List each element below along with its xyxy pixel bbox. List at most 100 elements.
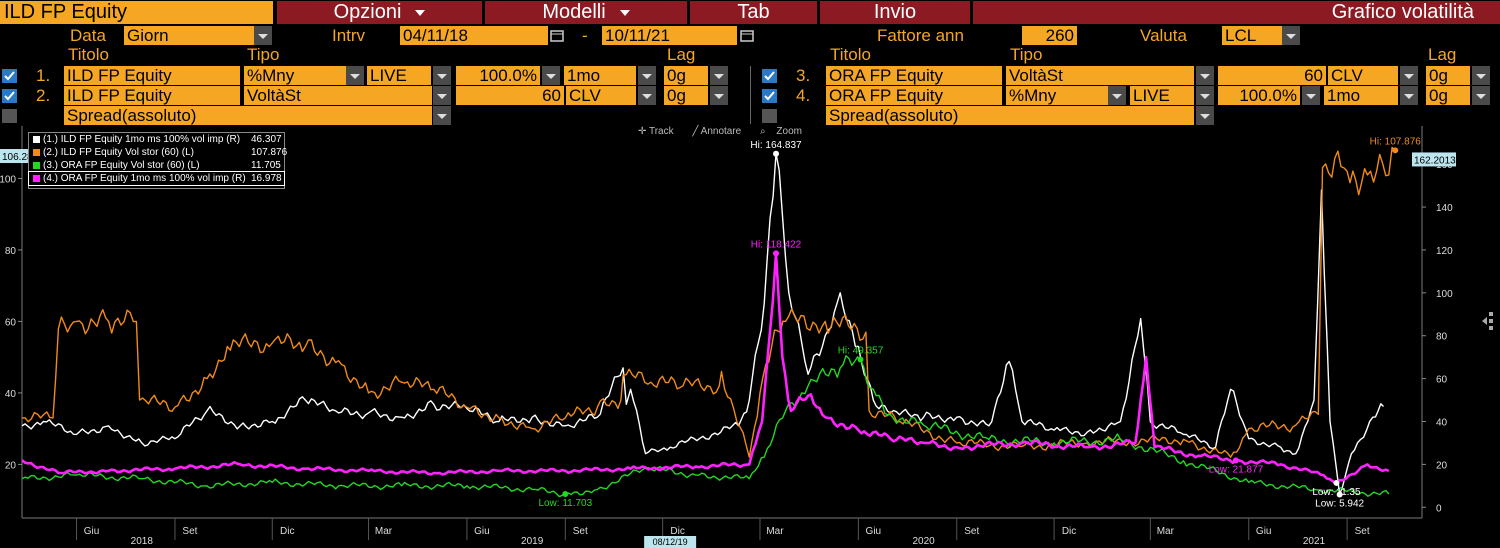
spread-right-checkbox[interactable] (762, 109, 777, 123)
calendar-icon[interactable] (738, 26, 756, 45)
annotation-marker (1336, 491, 1343, 498)
series-line-3 (21, 355, 1390, 498)
chart-toolbar: ✛ Track ╱ Annotare ⌕ Zoom (638, 126, 818, 137)
menu-options[interactable]: Opzioni (277, 1, 482, 24)
data-frequency-field[interactable]: Giorn (124, 26, 272, 45)
check-icon (764, 71, 775, 81)
series-1-type-dropdown-icon[interactable] (346, 66, 364, 85)
header-lag-left: Lag (667, 45, 696, 64)
currency-dropdown-icon[interactable] (1282, 26, 1300, 45)
annotate-button[interactable]: ╱ Annotare (692, 126, 749, 137)
x-axis-month-label: Giu (1256, 526, 1272, 537)
legend-label: (4.) ORA FP Equity 1mo ms 100% vol imp (… (43, 173, 246, 184)
series-3-number: 3. (796, 66, 811, 85)
series-1-moneyness-dropdown-icon[interactable] (542, 66, 560, 85)
x-axis-month-label: Giu (866, 526, 882, 537)
x-axis-month-label: Set (573, 526, 588, 537)
series-1-source-dropdown-icon[interactable] (433, 66, 451, 85)
series-1-tenor-dropdown-icon[interactable] (638, 66, 656, 85)
series-line-4 (21, 252, 1390, 485)
series-2-checkbox[interactable] (2, 89, 17, 103)
annualization-factor-field[interactable]: 260 (1022, 26, 1077, 45)
security-title[interactable]: ILD FP Equity (0, 1, 273, 24)
series-1-type[interactable]: %Mny (244, 66, 346, 85)
currency-field[interactable]: LCL (1222, 26, 1282, 45)
menu-bar: ILD FP Equity Opzioni Modelli Tab Invio … (0, 0, 1500, 25)
panel-resize-handle[interactable] (1482, 310, 1500, 332)
annotation-label: Low: 5.942 (1315, 499, 1364, 510)
series-1-number: 1. (36, 66, 51, 85)
zoom-button[interactable]: ⌕ Zoom (760, 126, 810, 137)
series-4-lag-dropdown-icon[interactable] (1472, 86, 1490, 105)
x-axis-month-label: Mar (766, 526, 784, 537)
series-3-type[interactable]: VoltàSt (1006, 66, 1194, 85)
date-range-dash: - (582, 26, 588, 45)
series-2-lag-dropdown-icon[interactable] (710, 86, 728, 105)
series-3-price-basis[interactable]: CLV (1328, 66, 1398, 85)
spread-right-field[interactable]: Spread(assoluto) (826, 106, 1194, 125)
annotation-marker (1333, 479, 1340, 486)
series-3-lag-dropdown-icon[interactable] (1472, 66, 1490, 85)
annotation-marker (773, 150, 780, 157)
menu-tab[interactable]: Tab (690, 1, 817, 24)
track-button[interactable]: ✛ Track (638, 126, 682, 137)
legend-swatch (33, 175, 40, 182)
series-2-type-dropdown-icon[interactable] (433, 86, 451, 105)
legend-value: 16.978 (251, 173, 282, 184)
left-axis-tick-label: 40 (5, 389, 17, 400)
series-2-ticker[interactable]: ILD FP Equity (64, 86, 240, 105)
calendar-icon[interactable] (548, 26, 566, 45)
right-axis-tick-label: 80 (1436, 332, 1448, 343)
series-1-source[interactable]: LIVE (367, 66, 431, 85)
menu-volatility-chart[interactable]: Grafico volatilità (973, 1, 1500, 24)
series-3-type-dropdown-icon[interactable] (1196, 66, 1214, 85)
series-3-lag[interactable]: 0g (1426, 66, 1470, 85)
series-4-tenor[interactable]: 1mo (1324, 86, 1398, 105)
series-1-checkbox[interactable] (2, 69, 17, 83)
series-4-type-dropdown-icon[interactable] (1108, 86, 1126, 105)
series-4-tenor-dropdown-icon[interactable] (1400, 86, 1418, 105)
series-3-basis-dropdown-icon[interactable] (1400, 66, 1418, 85)
series-3-checkbox[interactable] (762, 69, 777, 83)
currency-label: Valuta (1140, 26, 1187, 45)
legend-item[interactable]: (2.) ILD FP Equity Vol stor (60) (L) 107… (29, 146, 287, 159)
series-4-number: 4. (796, 86, 811, 105)
menu-models[interactable]: Modelli (485, 1, 687, 24)
series-1-moneyness[interactable]: 100.0% (456, 66, 540, 85)
series-2-type[interactable]: VoltàSt (244, 86, 432, 105)
series-4-moneyness[interactable]: 100.0% (1218, 86, 1300, 105)
series-2-basis-dropdown-icon[interactable] (638, 86, 656, 105)
x-axis-month-label: Set (964, 526, 979, 537)
series-1-tenor[interactable]: 1mo (564, 66, 636, 85)
series-4-type[interactable]: %Mny (1006, 86, 1108, 105)
end-date-field[interactable]: 10/11/21 (602, 26, 737, 45)
spread-right-dropdown-icon[interactable] (1196, 106, 1214, 125)
legend-item[interactable]: (4.) ORA FP Equity 1mo ms 100% vol imp (… (28, 171, 285, 186)
series-2-price-basis[interactable]: CLV (566, 86, 636, 105)
series-3-window[interactable]: 60 (1218, 66, 1326, 85)
series-3-ticker[interactable]: ORA FP Equity (826, 66, 1002, 85)
series-4-checkbox[interactable] (762, 89, 777, 103)
series-2-window[interactable]: 60 (456, 86, 564, 105)
series-1-lag[interactable]: 0g (664, 66, 708, 85)
legend-item[interactable]: (1.) ILD FP Equity 1mo ms 100% vol imp (… (29, 133, 284, 146)
series-4-source[interactable]: LIVE (1130, 86, 1194, 105)
series-4-moneyness-dropdown-icon[interactable] (1302, 86, 1320, 105)
legend-label: (3.) ORA FP Equity Vol stor (60) (L) (43, 160, 200, 171)
series-4-lag[interactable]: 0g (1426, 86, 1470, 105)
spread-left-dropdown-icon[interactable] (433, 106, 451, 125)
spread-left-field[interactable]: Spread(assoluto) (64, 106, 432, 125)
series-4-ticker[interactable]: ORA FP Equity (826, 86, 1002, 105)
annotation-marker (857, 356, 864, 363)
series-1-lag-dropdown-icon[interactable] (710, 66, 728, 85)
left-axis-tick-label: 80 (5, 246, 17, 257)
spread-left-checkbox[interactable] (2, 109, 17, 123)
menu-send[interactable]: Invio (820, 1, 970, 24)
series-4-source-dropdown-icon[interactable] (1196, 86, 1214, 105)
legend-item[interactable]: (3.) ORA FP Equity Vol stor (60) (L) 11.… (29, 159, 284, 172)
start-date-field[interactable]: 04/11/18 (400, 26, 548, 45)
chart-legend[interactable]: (1.) ILD FP Equity 1mo ms 100% vol imp (… (28, 132, 287, 189)
series-2-lag[interactable]: 0g (664, 86, 708, 105)
series-1-ticker[interactable]: ILD FP Equity (64, 66, 240, 85)
data-frequency-dropdown-icon[interactable] (254, 26, 272, 45)
